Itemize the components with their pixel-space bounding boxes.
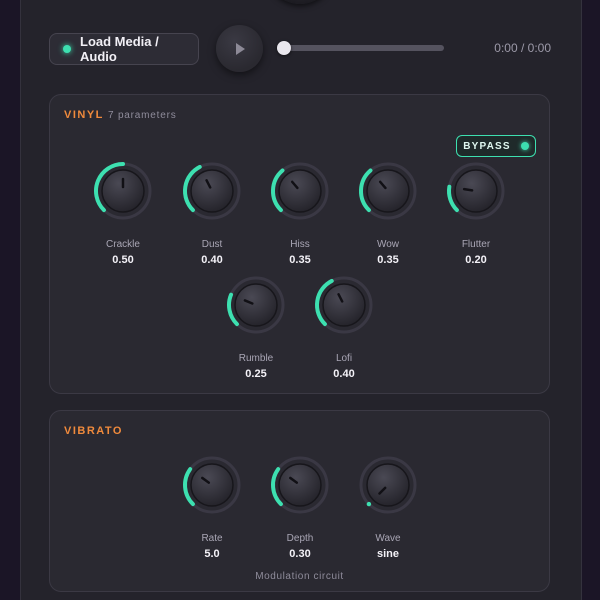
knob-value: 5.0 (204, 548, 220, 560)
knob-rate[interactable]: Rate 5.0 (172, 455, 252, 565)
knob-label: Crackle (106, 239, 140, 250)
knob-value: 0.35 (289, 254, 311, 266)
knob-value: 0.35 (377, 254, 399, 266)
knob-dial[interactable] (446, 161, 506, 221)
knob-wave[interactable]: Wave sine (348, 455, 428, 565)
knob-lofi[interactable]: Lofi 0.40 (304, 275, 384, 385)
knob-label: Depth (286, 533, 314, 544)
knob-dial[interactable] (270, 455, 330, 515)
knob-label: Rate (201, 533, 223, 544)
knob-value: 0.25 (245, 368, 267, 380)
knob-dial[interactable] (314, 275, 374, 335)
knob-crackle[interactable]: Crackle 0.50 (83, 161, 163, 271)
knob-body[interactable] (454, 169, 498, 213)
knob-pointer (462, 187, 474, 192)
knob-flutter[interactable]: Flutter 0.20 (436, 161, 516, 271)
knob-body[interactable] (190, 463, 234, 507)
knob-body[interactable] (101, 169, 145, 213)
knob-label: Rumble (238, 353, 274, 364)
play-button[interactable] (216, 25, 263, 72)
time-readout: 0:00 / 0:00 (494, 41, 551, 55)
vinyl-section: VINYL 7 parameters BYPASS Crackle 0.50 D… (49, 94, 550, 394)
knob-value: 0.30 (289, 548, 311, 560)
seek-thumb[interactable] (277, 41, 291, 55)
knob-wow[interactable]: Wow 0.35 (348, 161, 428, 271)
knob-depth[interactable]: Depth 0.30 (260, 455, 340, 565)
bypass-label: BYPASS (463, 140, 511, 152)
knob-body[interactable] (322, 283, 366, 327)
vinyl-subtitle: 7 parameters (108, 110, 177, 121)
knob-dial[interactable] (93, 161, 153, 221)
knob-body[interactable] (234, 283, 278, 327)
vibrato-footer: Modulation circuit (255, 571, 344, 582)
load-media-label: Load Media / Audio (80, 34, 159, 64)
knob-value-arc (366, 501, 372, 507)
knob-value: 0.40 (333, 368, 355, 380)
knob-hiss[interactable]: Hiss 0.35 (260, 161, 340, 271)
bypass-led-icon (520, 142, 529, 150)
knob-dial[interactable] (358, 455, 418, 515)
seek-bar[interactable] (284, 45, 444, 51)
vinyl-title: VINYL (64, 109, 104, 121)
knob-body[interactable] (366, 169, 410, 213)
knob-dial[interactable] (182, 455, 242, 515)
bypass-toggle[interactable]: BYPASS (456, 135, 536, 157)
knob-dial[interactable] (226, 275, 286, 335)
knob-rumble[interactable]: Rumble 0.25 (216, 275, 296, 385)
knob-dial[interactable] (182, 161, 242, 221)
knob-value: 0.50 (112, 254, 134, 266)
knob-body[interactable] (366, 463, 410, 507)
knob-label: Wave (375, 533, 401, 544)
load-media-button[interactable]: Load Media / Audio (49, 33, 199, 65)
knob-value: 0.20 (465, 254, 487, 266)
play-icon (235, 42, 245, 55)
led-indicator-icon (63, 45, 71, 53)
vibrato-title: VIBRATO (64, 425, 123, 437)
knob-body[interactable] (278, 463, 322, 507)
knob-body[interactable] (190, 169, 234, 213)
knob-value: sine (376, 548, 399, 560)
vibrato-section: VIBRATO Rate 5.0 Depth 0.30 Wave sine Mo… (49, 410, 550, 592)
knob-body[interactable] (278, 169, 322, 213)
knob-label: Hiss (290, 239, 310, 250)
knob-label: Wow (376, 239, 400, 250)
knob-label: Dust (201, 239, 223, 250)
knob-dial[interactable] (358, 161, 418, 221)
knob-label: Lofi (335, 353, 353, 364)
knob-dial[interactable] (270, 161, 330, 221)
knob-dust[interactable]: Dust 0.40 (172, 161, 252, 271)
knob-label: Flutter (461, 239, 491, 250)
knob-value: 0.40 (201, 254, 223, 266)
